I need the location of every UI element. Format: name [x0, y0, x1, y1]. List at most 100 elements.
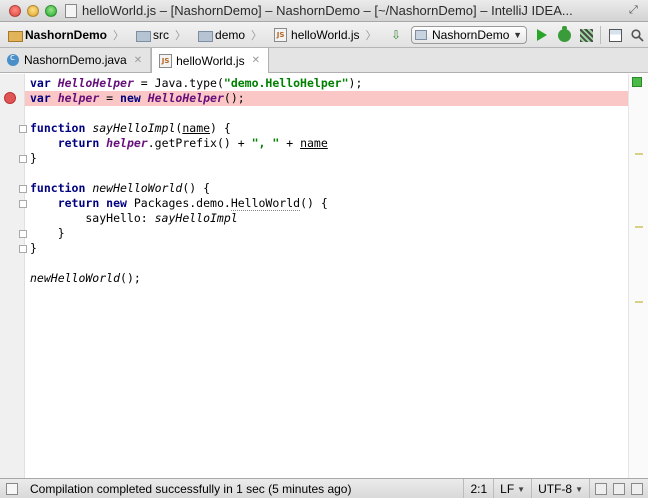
- chevron-down-icon: ▼: [517, 484, 526, 494]
- fullscreen-icon[interactable]: ⤢: [629, 4, 642, 17]
- code-token: newHelloWorld: [30, 271, 121, 285]
- event-log-icon[interactable]: [631, 483, 643, 495]
- caret-position[interactable]: 2:1: [463, 479, 493, 498]
- code-line[interactable]: }: [25, 241, 628, 256]
- title-bar: helloWorld.js – [NashornDemo] – NashornD…: [0, 0, 648, 22]
- code-line[interactable]: return helper.getPrefix() + ", " + name: [25, 136, 628, 151]
- inspector-icon[interactable]: [613, 483, 625, 495]
- run-icon: [537, 29, 547, 41]
- code-token: .getPrefix() +: [147, 136, 252, 150]
- project-folder-icon: [8, 29, 23, 42]
- inspection-ok-icon[interactable]: [632, 77, 642, 87]
- code-token: () {: [182, 181, 211, 195]
- code-token: sayHelloImpl: [92, 121, 176, 135]
- code-line[interactable]: }: [25, 151, 628, 166]
- code-token: HelloWorld: [230, 196, 301, 211]
- code-line[interactable]: }: [25, 226, 628, 241]
- run-config-icon: [415, 30, 427, 40]
- code-token: }: [30, 226, 65, 240]
- debug-button[interactable]: [553, 24, 575, 46]
- run-toolbar: ⇩ NashornDemo ▼: [385, 22, 648, 48]
- code-token: Packages.demo.: [133, 196, 231, 210]
- code-line[interactable]: return new Packages.demo.HelloWorld() {: [25, 196, 628, 211]
- project-structure-icon: [608, 28, 622, 42]
- code-line[interactable]: [25, 166, 628, 181]
- lock-icon[interactable]: [595, 483, 607, 495]
- zoom-window-button[interactable]: [45, 4, 57, 17]
- editor-gutter[interactable]: [0, 74, 27, 478]
- javascript-file-icon: JS: [159, 53, 173, 68]
- breadcrumb-separator-icon: 〉: [175, 29, 187, 42]
- close-window-button[interactable]: [9, 4, 21, 17]
- toolbar-divider: [600, 26, 601, 44]
- warning-marker[interactable]: [635, 153, 643, 155]
- line-ending-label: LF: [500, 482, 515, 496]
- code-token: =: [99, 91, 121, 105]
- code-token: );: [348, 76, 363, 90]
- window-title: helloWorld.js – [NashornDemo] – NashornD…: [82, 3, 573, 18]
- run-button[interactable]: [531, 24, 553, 46]
- code-line[interactable]: function sayHelloImpl(name) {: [25, 121, 628, 136]
- code-line[interactable]: newHelloWorld();: [25, 271, 628, 286]
- project-structure-button[interactable]: [604, 24, 626, 46]
- coverage-button[interactable]: [575, 24, 597, 46]
- code-token: helper: [57, 91, 100, 105]
- status-message: Compilation completed successfully in 1 …: [30, 481, 352, 496]
- encoding-label: UTF-8: [538, 482, 573, 496]
- tool-windows-icon[interactable]: [6, 482, 18, 495]
- debug-icon: [557, 25, 571, 42]
- code-token: sayHelloImpl: [154, 211, 238, 225]
- editor-tabs: NashornDemo.java ✕ JS helloWorld.js ✕: [0, 48, 648, 73]
- window-controls: [9, 4, 57, 17]
- code-line[interactable]: var helper = new HelloHelper();: [25, 91, 628, 106]
- breadcrumb-file[interactable]: JS helloWorld.js 〉: [266, 22, 380, 48]
- code-token: () {: [300, 196, 328, 210]
- code-token: = Java.: [133, 76, 190, 90]
- code-token: "demo.HelloHelper": [223, 76, 349, 90]
- code-line[interactable]: var HelloHelper = Java.type("demo.HelloH…: [25, 76, 628, 91]
- code-area[interactable]: var HelloHelper = Java.type("demo.HelloH…: [25, 74, 628, 478]
- breadcrumb-src[interactable]: src 〉: [128, 22, 190, 48]
- code-line[interactable]: [25, 106, 628, 121]
- tab-helloworld-js[interactable]: JS helloWorld.js ✕: [151, 48, 269, 73]
- code-line[interactable]: function newHelloWorld() {: [25, 181, 628, 196]
- breadcrumb-project[interactable]: NashornDemo 〉: [0, 22, 128, 48]
- code-line[interactable]: [25, 256, 628, 271]
- warning-marker[interactable]: [635, 226, 643, 228]
- build-icon[interactable]: ⇩: [385, 24, 407, 46]
- code-token: }: [30, 151, 37, 165]
- code-token: return: [57, 136, 107, 150]
- close-icon[interactable]: ✕: [134, 55, 142, 66]
- chevron-down-icon: ▼: [513, 30, 522, 40]
- code-token: ", ": [251, 136, 280, 150]
- code-token: ) {: [210, 121, 231, 135]
- breakpoint-icon[interactable]: [4, 92, 16, 104]
- code-token: name: [182, 121, 211, 135]
- code-editor[interactable]: var HelloHelper = Java.type("demo.HelloH…: [0, 74, 648, 478]
- line-ending-select[interactable]: LF ▼: [493, 479, 531, 498]
- code-token: sayHello:: [30, 211, 155, 225]
- close-icon[interactable]: ✕: [252, 55, 260, 66]
- breadcrumb-label: demo: [215, 27, 246, 42]
- code-line[interactable]: sayHello: sayHelloImpl: [25, 211, 628, 226]
- search-icon: [630, 28, 644, 42]
- breadcrumb-demo[interactable]: demo 〉: [190, 22, 266, 48]
- breadcrumb-label: NashornDemo: [25, 27, 108, 42]
- breadcrumb-label: src: [153, 27, 170, 42]
- run-configuration-label: NashornDemo: [432, 28, 510, 42]
- code-token: HelloHelper: [147, 91, 224, 105]
- status-icons: [589, 479, 648, 498]
- encoding-select[interactable]: UTF-8 ▼: [531, 479, 589, 498]
- warning-marker[interactable]: [635, 301, 643, 303]
- tab-nashorndemo-java[interactable]: NashornDemo.java ✕: [0, 48, 152, 72]
- minimize-window-button[interactable]: [27, 4, 39, 17]
- error-stripe[interactable]: [628, 74, 648, 478]
- run-configuration-select[interactable]: NashornDemo ▼: [411, 26, 527, 44]
- java-class-icon: [7, 53, 19, 66]
- code-token: ();: [120, 271, 141, 285]
- code-token: ();: [223, 91, 245, 105]
- code-token: type(: [189, 76, 224, 90]
- search-button[interactable]: [626, 24, 648, 46]
